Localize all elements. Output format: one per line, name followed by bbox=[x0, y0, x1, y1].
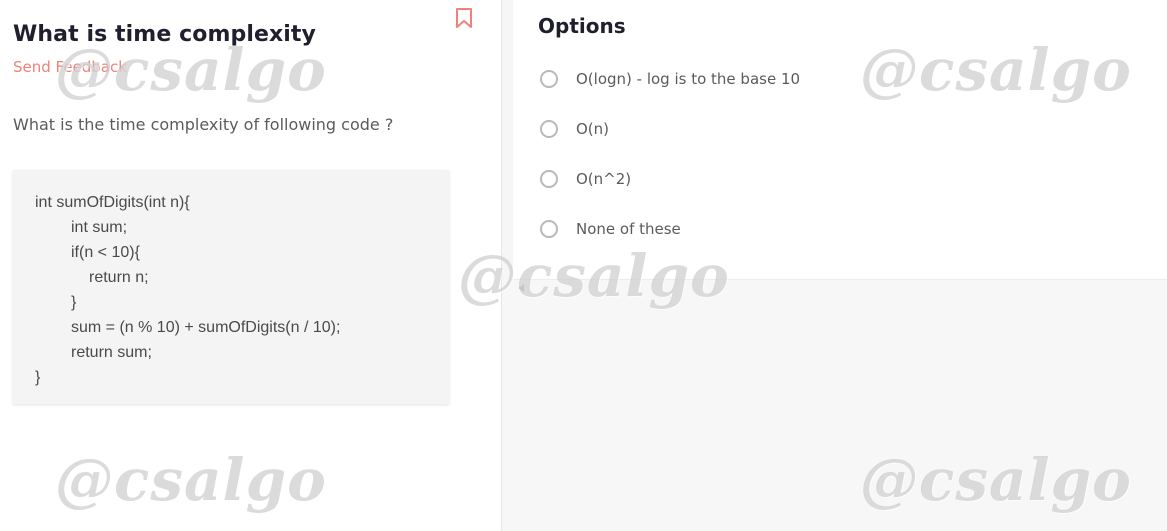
code-line: } bbox=[35, 369, 41, 386]
option-item[interactable]: O(n^2) bbox=[540, 166, 631, 192]
question-prompt: What is the time complexity of following… bbox=[13, 115, 394, 134]
code-line: int sumOfDigits(int n){ bbox=[35, 194, 190, 211]
option-item[interactable]: O(n) bbox=[540, 116, 609, 142]
option-label: O(logn) - log is to the base 10 bbox=[576, 70, 801, 88]
chevron-left-icon[interactable] bbox=[519, 284, 524, 292]
option-label: O(n) bbox=[576, 120, 610, 138]
bookmark-icon[interactable] bbox=[455, 8, 473, 28]
code-line: if(n < 10){ bbox=[71, 244, 140, 261]
option-item[interactable]: None of these bbox=[540, 216, 681, 242]
options-panel: Options O(logn) - log is to the base 10 … bbox=[513, 0, 1167, 280]
radio-button[interactable] bbox=[540, 220, 558, 238]
code-line: int sum; bbox=[71, 219, 128, 236]
option-label: None of these bbox=[576, 220, 681, 238]
radio-button[interactable] bbox=[540, 170, 558, 188]
output-panel bbox=[502, 280, 1167, 531]
code-block: int sumOfDigits(int n){ int sum; if(n < … bbox=[13, 170, 449, 404]
option-item[interactable]: O(logn) - log is to the base 10 bbox=[540, 66, 800, 92]
panel-splitter[interactable] bbox=[502, 0, 513, 280]
radio-button[interactable] bbox=[540, 120, 558, 138]
options-title: Options bbox=[538, 14, 626, 38]
code-line: return sum; bbox=[71, 344, 152, 361]
code-line: } bbox=[71, 294, 77, 311]
question-title: What is time complexity bbox=[13, 22, 316, 47]
send-feedback-link[interactable]: Send Feedback bbox=[13, 58, 127, 76]
option-label: O(n^2) bbox=[576, 170, 632, 188]
code-line: sum = (n % 10) + sumOfDigits(n / 10); bbox=[71, 319, 341, 336]
radio-button[interactable] bbox=[540, 70, 558, 88]
question-panel: What is time complexity Send Feedback Wh… bbox=[0, 0, 502, 531]
code-line: return n; bbox=[89, 269, 149, 286]
